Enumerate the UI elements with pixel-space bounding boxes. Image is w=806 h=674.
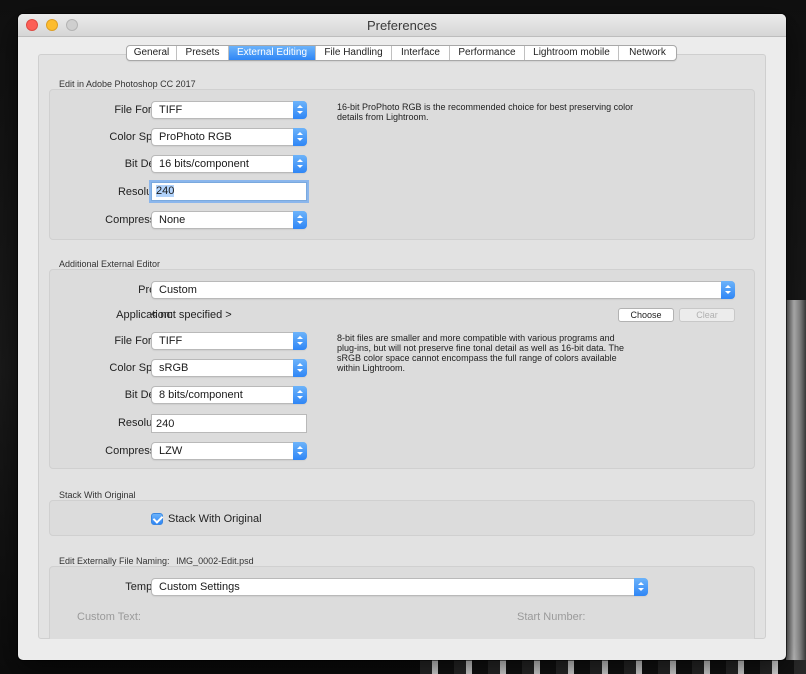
ext-compression-value: LZW xyxy=(159,445,183,457)
clear-button[interactable]: Clear xyxy=(679,308,735,322)
popup-arrows-icon xyxy=(293,386,307,404)
custom-text-label: Custom Text: xyxy=(77,611,141,623)
choose-button[interactable]: Choose xyxy=(618,308,674,322)
popup-arrows-icon xyxy=(293,128,307,146)
tab-bar: General Presets External Editing File Ha… xyxy=(126,45,677,61)
naming-section-title: Edit Externally File Naming: IMG_0002-Ed… xyxy=(59,556,254,566)
ext-file-format-select[interactable]: TIFF xyxy=(151,332,307,350)
popup-arrows-icon xyxy=(293,332,307,350)
tab-external-editing[interactable]: External Editing xyxy=(229,46,316,60)
ps-color-space-value: ProPhoto RGB xyxy=(159,131,232,143)
popup-arrows-icon xyxy=(293,442,307,460)
popup-arrows-icon xyxy=(293,211,307,229)
ps-file-format-value: TIFF xyxy=(159,104,183,116)
ps-resolution-value: 240 xyxy=(156,185,175,197)
preferences-window: Preferences General Presets External Edi… xyxy=(18,14,786,660)
ext-preset-value: Custom xyxy=(159,284,197,296)
tab-network[interactable]: Network xyxy=(619,46,676,60)
photoshop-section-title: Edit in Adobe Photoshop CC 2017 xyxy=(59,79,196,89)
ps-bit-depth-value: 16 bits/component xyxy=(159,158,249,170)
stack-section-title: Stack With Original xyxy=(59,490,136,500)
naming-section-label: Edit Externally File Naming: xyxy=(59,556,170,566)
stack-with-original-checkbox[interactable] xyxy=(151,513,163,525)
tab-performance[interactable]: Performance xyxy=(450,46,525,60)
background-photo-bottom xyxy=(420,660,806,674)
naming-group xyxy=(49,566,755,639)
window-title: Preferences xyxy=(366,18,438,33)
external-section-title: Additional External Editor xyxy=(59,259,161,269)
ext-compression-select[interactable]: LZW xyxy=(151,442,307,460)
naming-template-select[interactable]: Custom Settings xyxy=(151,578,648,596)
start-number-label: Start Number: xyxy=(517,611,586,623)
popup-arrows-icon xyxy=(721,281,735,299)
naming-example: IMG_0002-Edit.psd xyxy=(176,556,254,566)
ext-file-format-value: TIFF xyxy=(159,335,183,347)
ext-application-value: < not specified > xyxy=(151,309,232,321)
tab-interface[interactable]: Interface xyxy=(392,46,450,60)
ps-color-space-select[interactable]: ProPhoto RGB xyxy=(151,128,307,146)
ps-note: 16-bit ProPhoto RGB is the recommended c… xyxy=(337,102,634,122)
ext-bit-depth-value: 8 bits/component xyxy=(159,389,243,401)
ext-bit-depth-select[interactable]: 8 bits/component xyxy=(151,386,307,404)
ps-bit-depth-select[interactable]: 16 bits/component xyxy=(151,155,307,173)
tab-lightroom-mobile[interactable]: Lightroom mobile xyxy=(525,46,619,60)
tab-file-handling[interactable]: File Handling xyxy=(316,46,392,60)
popup-arrows-icon xyxy=(293,101,307,119)
naming-template-value: Custom Settings xyxy=(159,581,240,593)
popup-arrows-icon xyxy=(293,359,307,377)
ps-resolution-input[interactable]: 240 xyxy=(151,182,307,201)
tab-presets[interactable]: Presets xyxy=(177,46,229,60)
ext-preset-select[interactable]: Custom xyxy=(151,281,735,299)
tab-general[interactable]: General xyxy=(127,46,177,60)
ext-color-space-select[interactable]: sRGB xyxy=(151,359,307,377)
stack-with-original-label[interactable]: Stack With Original xyxy=(168,513,262,525)
popup-arrows-icon xyxy=(634,578,648,596)
ext-color-space-value: sRGB xyxy=(159,362,189,374)
ps-file-format-select[interactable]: TIFF xyxy=(151,101,307,119)
ext-resolution-input[interactable] xyxy=(151,414,307,433)
popup-arrows-icon xyxy=(293,155,307,173)
background-photo-edge xyxy=(786,300,806,674)
ext-note: 8-bit files are smaller and more compati… xyxy=(337,333,624,373)
title-bar: Preferences xyxy=(18,14,786,37)
ps-compression-value: None xyxy=(159,214,186,226)
ps-compression-select[interactable]: None xyxy=(151,211,307,229)
